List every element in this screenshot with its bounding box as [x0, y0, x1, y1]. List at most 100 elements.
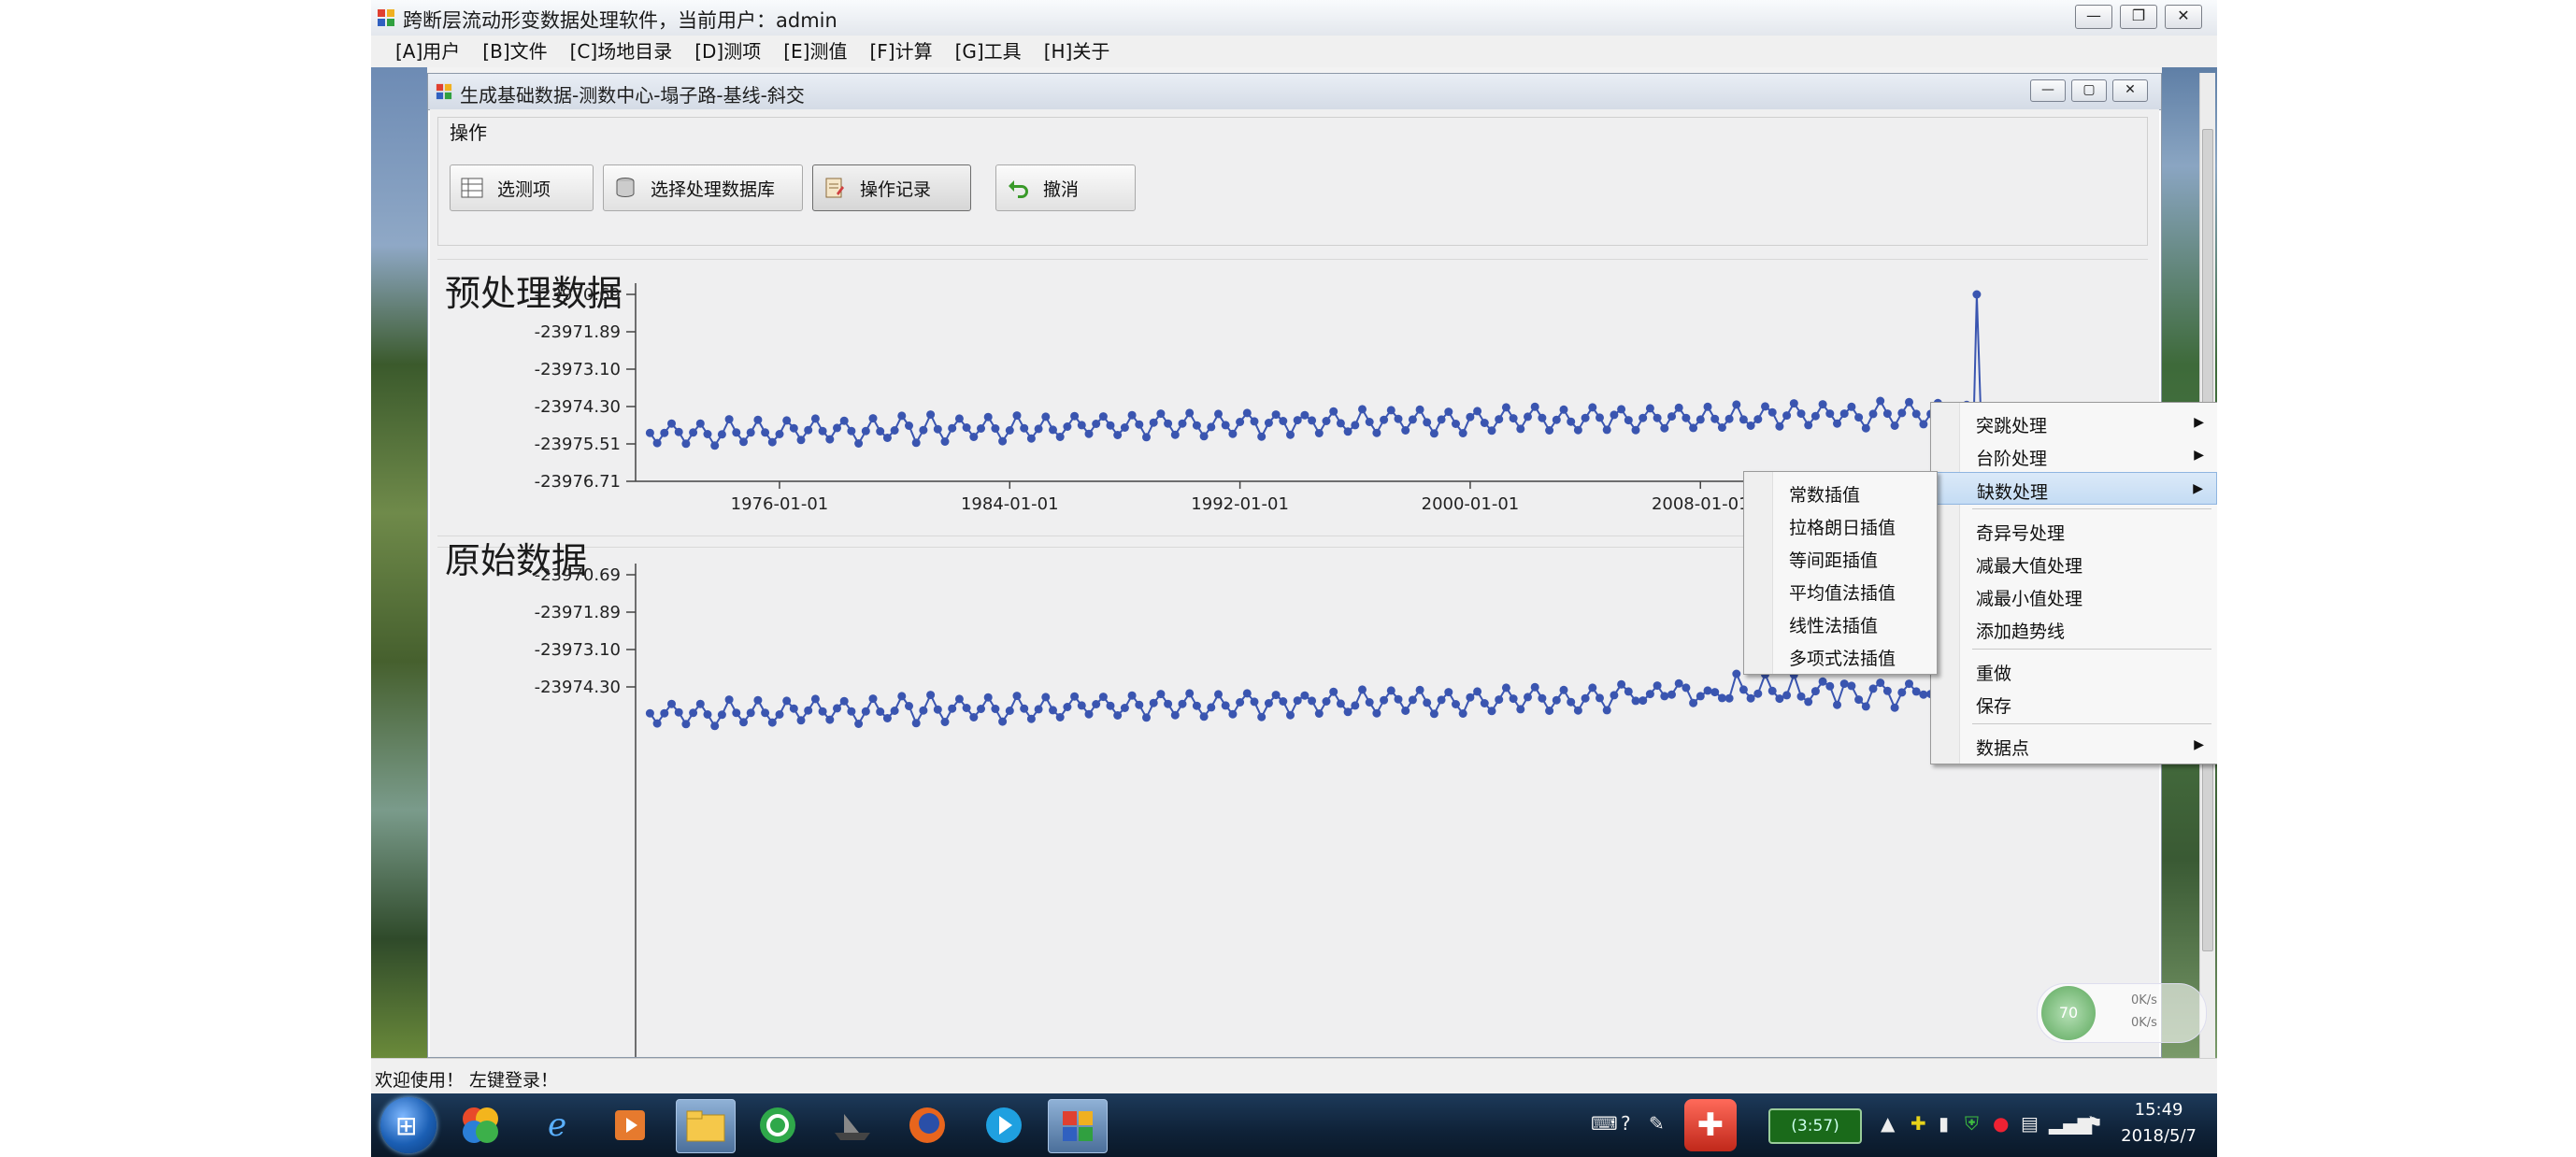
menu-user[interactable]: [A]用户: [384, 36, 471, 67]
antivirus-icon[interactable]: ●: [1993, 1112, 2009, 1135]
data-point: [1782, 411, 1792, 421]
submenu-item[interactable]: 平均值法插值: [1744, 574, 1937, 607]
tray-plus-icon[interactable]: ✚: [1911, 1112, 1926, 1135]
data-point: [1833, 700, 1841, 709]
child-close-button[interactable]: ✕: [2112, 79, 2148, 102]
show-hidden-icons-icon[interactable]: ▲: [1881, 1112, 1895, 1135]
submenu-item-label: 线性法插值: [1789, 616, 1879, 636]
data-point: [962, 423, 971, 432]
context-menu-item[interactable]: 台阶处理 ▶: [1931, 439, 2217, 472]
media-player-icon[interactable]: [601, 1099, 659, 1151]
restore-button[interactable]: ❐: [2120, 5, 2157, 29]
data-point: [1559, 685, 1568, 694]
flag-icon[interactable]: ⚑: [2086, 1112, 2103, 1135]
context-menu-item[interactable]: 缺数处理 ▶: [1931, 472, 2217, 505]
submenu-item[interactable]: 常数插值: [1744, 476, 1937, 508]
select-database-button[interactable]: 选择处理数据库: [603, 164, 803, 211]
undo-button[interactable]: 撤消: [995, 164, 1136, 211]
undo-label: 撤消: [1043, 179, 1080, 200]
data-point: [1113, 711, 1123, 720]
submenu-item[interactable]: 多项式法插值: [1744, 639, 1937, 672]
context-menu-item[interactable]: 减最大值处理: [1931, 547, 2217, 579]
network-speed-widget[interactable]: 70 0K/s 0K/s: [2037, 983, 2207, 1043]
data-point: [739, 718, 748, 727]
data-point: [954, 694, 964, 704]
help-icon[interactable]: ?: [1621, 1112, 1631, 1135]
360-browser-icon[interactable]: [749, 1099, 807, 1151]
shield-icon[interactable]: ⛨: [1965, 1112, 1979, 1135]
keyboard-icon[interactable]: ⌨: [1591, 1112, 1618, 1135]
internet-explorer-icon[interactable]: e: [528, 1099, 586, 1151]
context-menu-item[interactable]: 保存: [1931, 687, 2217, 720]
y-tick-label: -23971.89: [535, 603, 621, 622]
data-point: [810, 414, 820, 423]
firefox-icon[interactable]: [898, 1099, 956, 1151]
operation-record-button[interactable]: 操作记录: [812, 164, 971, 211]
security-app-icon[interactable]: ✚: [1684, 1099, 1737, 1151]
submenu-item[interactable]: 拉格朗日插值: [1744, 508, 1937, 541]
data-point: [1653, 413, 1662, 422]
data-point: [1286, 710, 1295, 720]
menu-file[interactable]: [B]文件: [471, 36, 558, 67]
data-point: [1487, 426, 1496, 436]
operation-record-label: 操作记录: [860, 179, 932, 200]
video-player-icon[interactable]: [975, 1099, 1033, 1151]
data-point: [645, 708, 654, 718]
menu-calculate[interactable]: [F]计算: [858, 36, 943, 67]
battery-indicator[interactable]: (3:57): [1768, 1108, 1862, 1144]
menu-measure-item[interactable]: [D]测项: [683, 36, 772, 67]
context-menu-item[interactable]: 突跳处理 ▶: [1931, 407, 2217, 439]
y-tick-label: -23973.10: [535, 360, 621, 379]
menu-tools[interactable]: [G]工具: [944, 36, 1033, 67]
start-button[interactable]: ⊞: [380, 1097, 436, 1153]
data-point: [1228, 709, 1238, 719]
data-point: [998, 436, 1008, 446]
data-point: [1106, 701, 1115, 710]
child-minimize-button[interactable]: —: [2030, 79, 2066, 102]
clock[interactable]: 15:49 2018/5/7: [2121, 1097, 2197, 1150]
submenu-item[interactable]: 等间距插值: [1744, 541, 1937, 574]
data-point: [1602, 425, 1611, 435]
data-point: [1444, 407, 1453, 417]
child-app-icon: [436, 83, 452, 100]
menu-site-directory[interactable]: [C]场地目录: [559, 36, 684, 67]
y-tick-label: -23974.30: [535, 397, 621, 417]
minimize-button[interactable]: —: [2075, 5, 2112, 29]
context-menu-item[interactable]: 数据点 ▶: [1931, 729, 2217, 762]
data-point: [1833, 419, 1841, 428]
menu-about[interactable]: [H]关于: [1033, 36, 1122, 67]
file-explorer-icon[interactable]: [676, 1099, 736, 1153]
data-point: [1236, 418, 1245, 426]
data-point: [1214, 409, 1223, 419]
pen-icon[interactable]: ✎: [1649, 1112, 1665, 1135]
context-menu-item[interactable]: 添加趋势线: [1931, 612, 2217, 645]
data-point: [1264, 699, 1273, 707]
data-point: [890, 707, 899, 715]
data-point: [890, 426, 899, 435]
child-maximize-button[interactable]: ▢: [2071, 79, 2107, 102]
submenu-item[interactable]: 线性法插值: [1744, 607, 1937, 639]
data-point: [1070, 692, 1080, 701]
close-button[interactable]: ✕: [2165, 5, 2202, 29]
ship-app-icon[interactable]: [823, 1099, 881, 1151]
context-menu-item[interactable]: 重做: [1931, 654, 2217, 687]
data-point: [1098, 693, 1108, 702]
data-point: [1897, 688, 1907, 697]
data-point: [1394, 694, 1403, 704]
data-processing-app-icon[interactable]: [1048, 1099, 1108, 1153]
data-point: [1767, 407, 1777, 417]
data-point: [983, 412, 993, 421]
y-tick-label: -23970.69: [535, 565, 621, 585]
context-menu-item[interactable]: 减最小值处理: [1931, 579, 2217, 612]
select-measure-item-button[interactable]: 选测项: [450, 164, 594, 211]
taskbar-app-pinwheel-icon[interactable]: [451, 1099, 509, 1151]
data-point: [775, 710, 784, 719]
context-menu-item[interactable]: 奇异号处理: [1931, 514, 2217, 547]
data-point: [1020, 423, 1029, 433]
status-text: 欢迎使用！ 左键登录！: [375, 1070, 559, 1091]
system-tray: ⌨ ? ✎ ✚ (3:57) ▲ ✚ ▮ ⛨ ● ▤ ▂▄▆ ⚑ 15:49 2…: [1563, 1093, 2217, 1157]
menu-measure-value[interactable]: [E]测值: [772, 36, 858, 67]
device-icon[interactable]: ▤: [2021, 1112, 2039, 1135]
data-point: [753, 695, 763, 705]
battery-small-icon[interactable]: ▮: [1939, 1112, 1949, 1135]
